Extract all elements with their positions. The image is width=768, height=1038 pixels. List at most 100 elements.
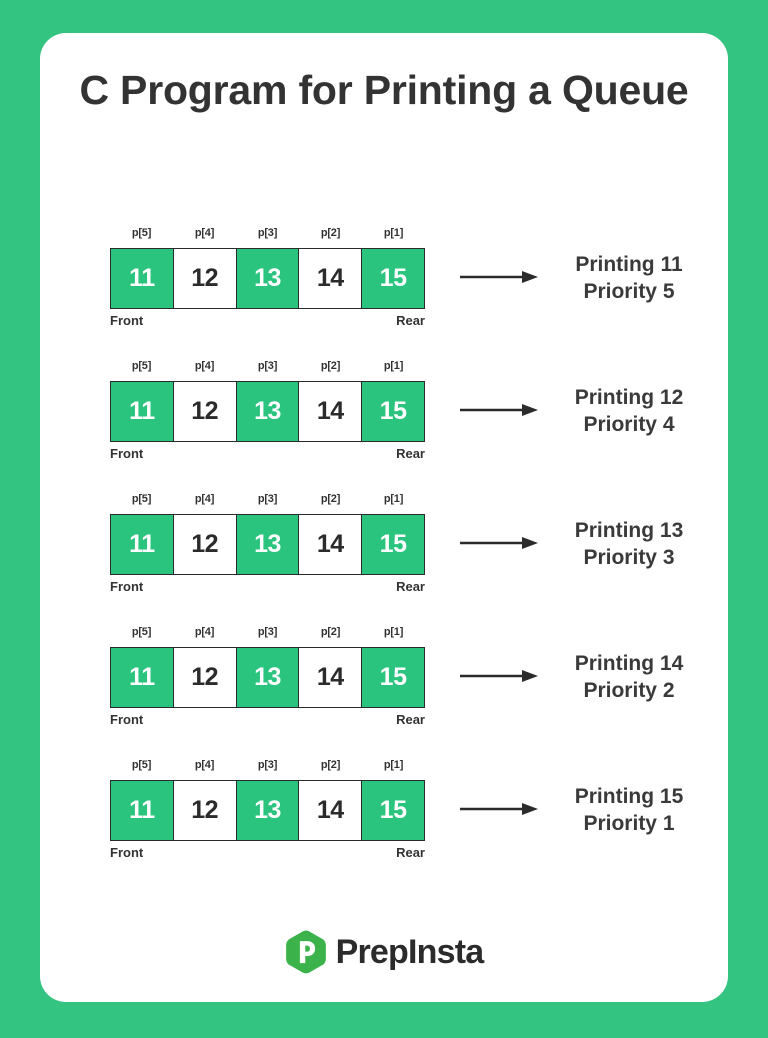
queue-cells: 11 12 13 14 15 xyxy=(110,381,425,442)
endpoint-labels: Front Rear xyxy=(110,446,425,461)
index-label: p[2] xyxy=(320,493,341,505)
rear-label: Rear xyxy=(396,446,425,461)
content-card: C Program for Printing a Queue p[5] p[4]… xyxy=(40,33,728,1002)
output-text: Printing 13 Priority 3 xyxy=(530,517,728,571)
index-label: p[4] xyxy=(194,626,215,638)
queue-cell: 14 xyxy=(299,514,363,575)
queue-row: p[5] p[4] p[3] p[2] p[1] 11 12 13 14 15 … xyxy=(40,493,728,626)
queue-diagram: p[5] p[4] p[3] p[2] p[1] 11 12 13 14 15 … xyxy=(110,759,425,860)
queue-cell: 11 xyxy=(110,780,174,841)
front-label: Front xyxy=(110,845,144,860)
output-line-1: Printing 11 xyxy=(575,253,683,276)
front-label: Front xyxy=(110,446,144,461)
rear-label: Rear xyxy=(396,579,425,594)
output-line-2: Priority 4 xyxy=(583,413,675,436)
output-line-1: Printing 13 xyxy=(574,519,684,542)
index-label-strip: p[5] p[4] p[3] p[2] p[1] xyxy=(110,360,425,378)
queue-cell: 12 xyxy=(173,514,237,575)
index-label-strip: p[5] p[4] p[3] p[2] p[1] xyxy=(110,493,425,511)
queue-cell: 11 xyxy=(110,248,174,309)
index-label: p[5] xyxy=(131,759,152,771)
index-label: p[5] xyxy=(131,360,152,372)
queue-row: p[5] p[4] p[3] p[2] p[1] 11 12 13 14 15 … xyxy=(40,626,728,759)
output-line-1: Printing 12 xyxy=(574,386,684,409)
arrow-right-icon xyxy=(460,670,538,682)
index-label: p[4] xyxy=(194,759,215,771)
queue-cells: 11 12 13 14 15 xyxy=(110,780,425,841)
queue-cell: 12 xyxy=(173,647,237,708)
queue-cell: 13 xyxy=(236,647,300,708)
index-label: p[2] xyxy=(320,626,341,638)
front-label: Front xyxy=(110,579,144,594)
output-line-2: Priority 2 xyxy=(583,679,675,702)
output-line-1: Printing 15 xyxy=(574,785,684,808)
queue-rows: p[5] p[4] p[3] p[2] p[1] 11 12 13 14 15 … xyxy=(40,227,728,892)
output-text: Printing 11 Priority 5 xyxy=(530,251,728,305)
index-label: p[1] xyxy=(383,493,404,505)
index-label: p[1] xyxy=(383,759,404,771)
index-label: p[3] xyxy=(257,360,278,372)
queue-cells: 11 12 13 14 15 xyxy=(110,514,425,575)
index-label: p[1] xyxy=(383,626,404,638)
index-label: p[3] xyxy=(257,759,278,771)
rear-label: Rear xyxy=(396,845,425,860)
queue-cell: 14 xyxy=(299,647,363,708)
endpoint-labels: Front Rear xyxy=(110,313,425,328)
queue-diagram: p[5] p[4] p[3] p[2] p[1] 11 12 13 14 15 … xyxy=(110,626,425,727)
queue-cell: 15 xyxy=(362,647,425,708)
arrow-right-icon xyxy=(460,404,538,416)
queue-row: p[5] p[4] p[3] p[2] p[1] 11 12 13 14 15 … xyxy=(40,227,728,360)
output-text: Printing 15 Priority 1 xyxy=(530,783,728,837)
queue-cell: 14 xyxy=(299,381,363,442)
index-label: p[4] xyxy=(194,493,215,505)
page-title: C Program for Printing a Queue xyxy=(79,67,689,113)
queue-cell: 13 xyxy=(236,248,300,309)
index-label-strip: p[5] p[4] p[3] p[2] p[1] xyxy=(110,626,425,644)
output-line-2: Priority 5 xyxy=(583,280,675,303)
brand-footer: PrepInsta xyxy=(40,930,728,974)
queue-cell: 13 xyxy=(236,780,300,841)
queue-cell: 11 xyxy=(110,514,174,575)
output-line-2: Priority 3 xyxy=(583,546,675,569)
queue-cells: 11 12 13 14 15 xyxy=(110,248,425,309)
queue-diagram: p[5] p[4] p[3] p[2] p[1] 11 12 13 14 15 … xyxy=(110,493,425,594)
queue-cell: 14 xyxy=(299,780,363,841)
index-label: p[2] xyxy=(320,759,341,771)
queue-cell: 12 xyxy=(173,248,237,309)
queue-cell: 15 xyxy=(362,780,425,841)
queue-cell: 12 xyxy=(173,780,237,841)
index-label: p[3] xyxy=(257,227,278,239)
output-line-1: Printing 14 xyxy=(574,652,684,675)
index-label: p[5] xyxy=(131,493,152,505)
endpoint-labels: Front Rear xyxy=(110,712,425,727)
queue-cell: 12 xyxy=(173,381,237,442)
queue-row: p[5] p[4] p[3] p[2] p[1] 11 12 13 14 15 … xyxy=(40,360,728,493)
queue-row: p[5] p[4] p[3] p[2] p[1] 11 12 13 14 15 … xyxy=(40,759,728,892)
index-label: p[2] xyxy=(320,227,341,239)
queue-cell: 11 xyxy=(110,381,174,442)
arrow-right-icon xyxy=(460,803,538,815)
queue-cell: 15 xyxy=(362,248,425,309)
index-label: p[1] xyxy=(383,227,404,239)
endpoint-labels: Front Rear xyxy=(110,845,425,860)
index-label: p[3] xyxy=(257,493,278,505)
queue-diagram: p[5] p[4] p[3] p[2] p[1] 11 12 13 14 15 … xyxy=(110,227,425,328)
output-text: Printing 12 Priority 4 xyxy=(530,384,728,438)
index-label: p[5] xyxy=(131,227,152,239)
queue-cell: 15 xyxy=(362,514,425,575)
index-label: p[2] xyxy=(320,360,341,372)
prepinsta-hexagon-logo-icon xyxy=(285,930,326,974)
index-label: p[4] xyxy=(194,227,215,239)
index-label: p[3] xyxy=(257,626,278,638)
queue-cell: 13 xyxy=(236,381,300,442)
queue-cells: 11 12 13 14 15 xyxy=(110,647,425,708)
index-label: p[5] xyxy=(131,626,152,638)
front-label: Front xyxy=(110,313,144,328)
index-label-strip: p[5] p[4] p[3] p[2] p[1] xyxy=(110,227,425,245)
rear-label: Rear xyxy=(396,712,425,727)
rear-label: Rear xyxy=(396,313,425,328)
queue-cell: 14 xyxy=(299,248,363,309)
endpoint-labels: Front Rear xyxy=(110,579,425,594)
queue-cell: 11 xyxy=(110,647,174,708)
queue-cell: 15 xyxy=(362,381,425,442)
